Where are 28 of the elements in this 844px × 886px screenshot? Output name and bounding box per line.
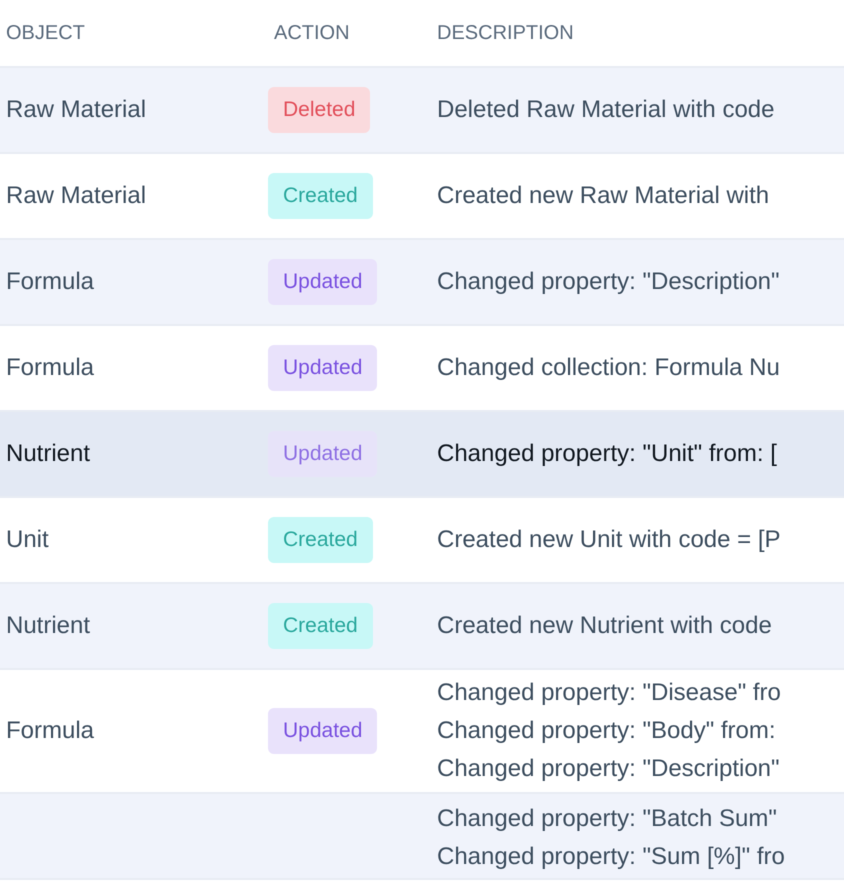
description-text: Changed property: "Description" <box>437 267 781 297</box>
description-text: Changed collection: Formula Nu <box>437 353 781 383</box>
description-text: Created new Raw Material with <box>437 181 770 211</box>
object-text: Formula <box>6 716 96 746</box>
object-text: Raw Material <box>6 181 148 211</box>
action-badge: Updated <box>268 259 378 305</box>
action-badge: Updated <box>268 431 378 477</box>
description-text: Created new Unit with code = [P <box>437 525 782 555</box>
description-text: Changed property: "Description" <box>437 754 781 784</box>
description-text: Changed property: "Batch Sum" <box>437 804 778 834</box>
description-text: Changed property: "Unit" from: [ <box>437 439 778 469</box>
action-badge: Deleted <box>268 87 370 133</box>
object-text: Formula <box>6 267 96 297</box>
action-badge: Updated <box>268 708 378 754</box>
description-text: Changed property: "Disease" fro <box>437 678 782 708</box>
action-badge: Updated <box>268 345 378 391</box>
object-text: Nutrient <box>6 439 92 469</box>
description-text: Deleted Raw Material with code <box>437 95 776 125</box>
object-text: Nutrient <box>6 611 92 641</box>
action-badge: Created <box>268 173 373 219</box>
object-text: Raw Material <box>6 95 148 125</box>
action-badge: Created <box>268 517 373 563</box>
object-text: Formula <box>6 353 96 383</box>
object-text: Unit <box>6 525 50 555</box>
description-text: Changed property: "Sum [%]" fro <box>437 842 786 872</box>
description-text: Changed property: "Body" from: <box>437 716 777 746</box>
action-badge: Created <box>268 603 373 649</box>
description-text: Created new Nutrient with code <box>437 611 773 641</box>
